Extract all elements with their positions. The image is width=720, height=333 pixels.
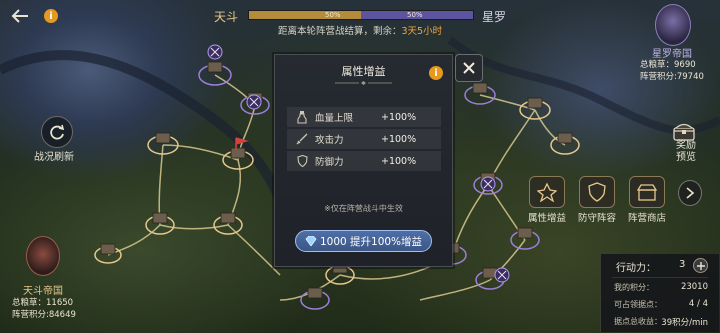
stat-row-attack: 攻击力 +100%	[287, 129, 441, 149]
shop-icon	[629, 176, 665, 208]
refresh-icon	[50, 124, 65, 140]
nav-buff[interactable]: 属性增益	[525, 176, 569, 224]
nav-next-button[interactable]	[678, 180, 702, 206]
nav-shop[interactable]: 阵营商店	[625, 176, 669, 224]
title-divider	[335, 81, 392, 85]
stat-hp-value: +100%	[381, 111, 417, 123]
diamond-icon	[305, 236, 317, 246]
stat-attack-label: 攻击力	[315, 135, 344, 146]
progress-left-pct: 50%	[325, 11, 341, 19]
close-icon	[463, 62, 475, 74]
occupy-value: 4 / 4	[688, 299, 708, 309]
treasure-chest-icon	[673, 123, 695, 141]
dialog-title: 属性增益	[341, 65, 386, 78]
faction-progress-bar: 50% 50%	[248, 10, 474, 20]
stat-hp-label: 血量上限	[315, 113, 354, 124]
refresh-label: 战况刷新	[34, 152, 74, 163]
info-icon[interactable]: i	[44, 9, 58, 23]
dialog-note: ※仅在阵营战斗中生效	[324, 204, 403, 213]
left-faction-title: 天斗帝国	[23, 286, 63, 297]
faction-progress-fill	[249, 11, 361, 19]
reward-preview-label: 奖励预览	[676, 140, 696, 163]
occupy-label: 可占领据点：	[614, 300, 662, 309]
income-label: 据点总收益：	[614, 317, 662, 326]
right-faction-food: 总粮草：9690	[640, 60, 696, 70]
right-faction-score: 阵营积分:79740	[640, 72, 704, 82]
countdown-value: 3天5小时	[401, 26, 443, 37]
my-score-value: 23010	[680, 282, 708, 292]
countdown-prefix: 距离本轮阵营战结算，剩余：	[278, 26, 402, 37]
countdown-text: 距离本轮阵营战结算，剩余：3天5小时	[278, 23, 442, 37]
close-dialog-button[interactable]	[455, 54, 483, 82]
left-faction-food: 总粮草：11650	[12, 298, 74, 308]
nav-shop-label: 阵营商店	[627, 213, 666, 224]
sword-icon	[295, 132, 309, 146]
stat-row-defense: 防御力 +100%	[287, 151, 441, 171]
nav-buff-label: 属性增益	[527, 213, 566, 224]
shield-icon	[295, 154, 309, 168]
nav-defense[interactable]: 防守阵容	[575, 176, 619, 224]
potion-icon	[295, 110, 309, 124]
back-arrow-icon	[11, 9, 28, 23]
chevron-right-icon	[686, 187, 695, 199]
stat-row-hp: 血量上限 +100%	[287, 107, 441, 127]
dialog-info-icon[interactable]: i	[429, 66, 443, 80]
left-faction-emblem[interactable]	[26, 236, 60, 276]
attribute-buff-dialog: 属性增益 i 血量上限 +100% 攻击力 +100% 防御力 +100% ※仅…	[274, 54, 453, 267]
shield-icon	[579, 176, 615, 208]
boost-buff-button[interactable]: 1000 提升100%增益	[295, 230, 432, 252]
faction-left-label: 天斗	[214, 10, 239, 24]
right-faction-emblem[interactable]	[655, 4, 691, 46]
boost-button-label: 1000 提升100%增益	[319, 235, 423, 248]
add-action-points-button[interactable]	[693, 258, 708, 273]
plus-icon	[696, 261, 705, 270]
refresh-button[interactable]	[41, 116, 73, 148]
action-points-value: 3	[679, 259, 686, 270]
buff-icon	[529, 176, 565, 208]
progress-right-pct: 50%	[407, 11, 423, 19]
stat-attack-value: +100%	[381, 133, 417, 145]
stat-defense-label: 防御力	[315, 157, 344, 168]
stats-divider	[612, 277, 708, 278]
left-faction-score: 阵营积分:84649	[12, 310, 76, 320]
stat-defense-value: +100%	[381, 155, 417, 167]
faction-right-label: 星罗	[482, 10, 507, 24]
back-button[interactable]	[8, 6, 32, 26]
action-points-label: 行动力：	[616, 263, 656, 274]
nav-defense-label: 防守阵容	[577, 213, 616, 224]
my-score-label: 我的积分：	[614, 283, 654, 292]
income-value: 39积分/min	[661, 318, 708, 328]
